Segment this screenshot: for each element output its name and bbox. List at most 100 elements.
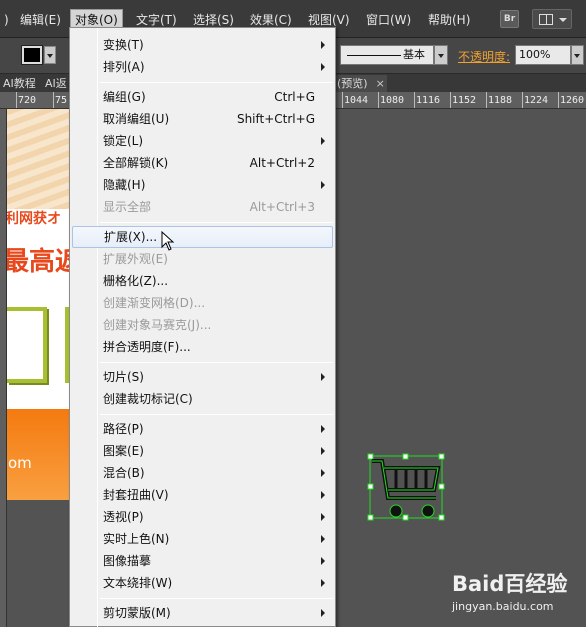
- menu-item-label: 图像描摹: [103, 554, 152, 568]
- vertical-ruler: [0, 109, 7, 627]
- menu-edit[interactable]: 编辑(E): [16, 10, 65, 30]
- submenu-arrow-icon: [321, 557, 325, 565]
- menu-item-lock[interactable]: 锁定(L): [70, 130, 335, 152]
- fill-color-swatch[interactable]: [21, 45, 43, 65]
- submenu-arrow-icon: [321, 181, 325, 189]
- menu-item-label: 剪切蒙版(M): [103, 606, 171, 620]
- menu-item-rasterize[interactable]: 栅格化(Z)...: [70, 270, 335, 292]
- submenu-arrow-icon: [321, 63, 325, 71]
- menu-help[interactable]: 帮助(H): [424, 10, 474, 30]
- workspace-switcher[interactable]: [532, 9, 572, 29]
- menu-item-label: 编组(G): [103, 90, 146, 104]
- menu-item-expand[interactable]: 扩展(X)...: [72, 226, 333, 248]
- menu-item-group[interactable]: 编组(G) Ctrl+G: [70, 86, 335, 108]
- menu-item-label: 文本绕排(W): [103, 576, 173, 590]
- menu-window[interactable]: 窗口(W): [362, 10, 415, 30]
- menu-item-pattern[interactable]: 图案(E): [70, 440, 335, 462]
- stroke-profile-select[interactable]: 基本: [340, 45, 434, 65]
- menu-separator: [100, 414, 333, 415]
- menu-item-label: 扩展外观(E): [103, 252, 168, 266]
- menu-item-ungroup[interactable]: 取消编组(U) Shift+Ctrl+G: [70, 108, 335, 130]
- chevron-down-icon: [559, 18, 567, 22]
- baidu-jingyan-watermark: Baid百经验 jingyan.baidu.com: [452, 562, 582, 622]
- menu-item-arrange[interactable]: 排列(A): [70, 56, 335, 78]
- tab-ai-return[interactable]: AI返: [42, 75, 70, 92]
- artboard-domain-text: om: [8, 454, 32, 472]
- ruler-tick: 720: [15, 92, 37, 108]
- ruler-tick: 1116: [413, 92, 441, 108]
- menu-item-blend[interactable]: 混合(B): [70, 462, 335, 484]
- artboard-green-box: [7, 307, 47, 383]
- menu-item-label: 变换(T): [103, 38, 144, 52]
- menu-item-image-trace[interactable]: 图像描摹: [70, 550, 335, 572]
- menu-separator: [100, 82, 333, 83]
- ruler-tick: 1044: [341, 92, 369, 108]
- menu-item-text-wrap[interactable]: 文本绕排(W): [70, 572, 335, 594]
- fill-dropdown[interactable]: [44, 46, 56, 64]
- submenu-arrow-icon: [321, 41, 325, 49]
- menu-item-perspective[interactable]: 透视(P): [70, 506, 335, 528]
- tab-ai-tutorial[interactable]: AI教程: [0, 75, 39, 92]
- menu-item-label: 拼合透明度(F)...: [103, 340, 191, 354]
- submenu-arrow-icon: [321, 425, 325, 433]
- menu-file-partial[interactable]: ): [0, 10, 13, 30]
- stroke-profile-dropdown[interactable]: [434, 45, 448, 65]
- shopping-cart-icon: [367, 453, 445, 521]
- menu-item-label: 路径(P): [103, 422, 144, 436]
- menu-item-slice[interactable]: 切片(S): [70, 366, 335, 388]
- submenu-arrow-icon: [321, 469, 325, 477]
- menu-item-show-all: 显示全部 Alt+Ctrl+3: [70, 196, 335, 218]
- menu-item-unlock-all[interactable]: 全部解锁(K) Alt+Ctrl+2: [70, 152, 335, 174]
- artboard-headline: 最高返: [7, 247, 70, 277]
- menu-item-path[interactable]: 路径(P): [70, 418, 335, 440]
- menu-item-label: 图案(E): [103, 444, 144, 458]
- opacity-input[interactable]: 100%: [515, 45, 571, 65]
- opacity-label[interactable]: 不透明度:: [458, 48, 510, 65]
- menu-item-label: 创建裁切标记(C): [103, 392, 193, 406]
- artboard-banner-top: [7, 109, 70, 209]
- tab-preview-label: (预览): [337, 77, 368, 90]
- menu-item-shortcut: Alt+Ctrl+2: [249, 156, 315, 170]
- bridge-button[interactable]: Br: [500, 10, 519, 28]
- tab-preview[interactable]: (预览) ×: [335, 75, 387, 92]
- stroke-line-preview: [347, 55, 401, 56]
- submenu-arrow-icon: [321, 579, 325, 587]
- menu-item-shortcut: Ctrl+G: [274, 90, 315, 104]
- artboard-text: 利网获オ: [7, 211, 61, 227]
- menu-separator: [100, 362, 333, 363]
- menu-item-envelope-distort[interactable]: 封套扭曲(V): [70, 484, 335, 506]
- watermark-logo-text: Baid百经验: [452, 572, 568, 596]
- submenu-arrow-icon: [321, 535, 325, 543]
- menu-item-hide[interactable]: 隐藏(H): [70, 174, 335, 196]
- menu-item-clipping-mask[interactable]: 剪切蒙版(M): [70, 602, 335, 624]
- menu-item-label: 创建对象马赛克(J)...: [103, 318, 212, 332]
- ruler-tick: 1224: [521, 92, 549, 108]
- menu-item-label: 切片(S): [103, 370, 144, 384]
- watermark-url: jingyan.baidu.com: [452, 600, 554, 613]
- object-menu-dropdown: 变换(T) 排列(A) 编组(G) Ctrl+G 取消编组(U) Shift+C…: [69, 27, 336, 627]
- stroke-profile-label: 基本: [403, 48, 425, 61]
- artboard[interactable]: 利网获オ 最高返 om: [7, 109, 70, 500]
- menu-item-label: 隐藏(H): [103, 178, 146, 192]
- submenu-arrow-icon: [321, 513, 325, 521]
- menu-item-label: 封套扭曲(V): [103, 488, 169, 502]
- menu-item-live-paint[interactable]: 实时上色(N): [70, 528, 335, 550]
- menu-item-shortcut: Shift+Ctrl+G: [236, 112, 315, 126]
- menu-item-transform[interactable]: 变换(T): [70, 34, 335, 56]
- menu-item-label: 透视(P): [103, 510, 144, 524]
- selected-object[interactable]: [366, 452, 446, 522]
- menu-item-create-object-mosaic: 创建对象马赛克(J)...: [70, 314, 335, 336]
- menu-item-label: 栅格化(Z)...: [103, 274, 169, 288]
- menu-item-label: 实时上色(N): [103, 532, 170, 546]
- submenu-arrow-icon: [321, 609, 325, 617]
- menu-item-create-gradient-mesh: 创建渐变网格(D)...: [70, 292, 335, 314]
- ruler-tick: 1260: [557, 92, 585, 108]
- menu-item-flatten-transparency[interactable]: 拼合透明度(F)...: [70, 336, 335, 358]
- ruler-tick: 1188: [485, 92, 513, 108]
- menu-item-shortcut: Alt+Ctrl+3: [249, 200, 315, 214]
- opacity-dropdown[interactable]: [571, 45, 584, 65]
- ruler-tick: 1152: [449, 92, 477, 108]
- menu-item-label: 取消编组(U): [103, 112, 170, 126]
- close-icon[interactable]: ×: [376, 77, 385, 90]
- menu-item-create-trim-marks[interactable]: 创建裁切标记(C): [70, 388, 335, 410]
